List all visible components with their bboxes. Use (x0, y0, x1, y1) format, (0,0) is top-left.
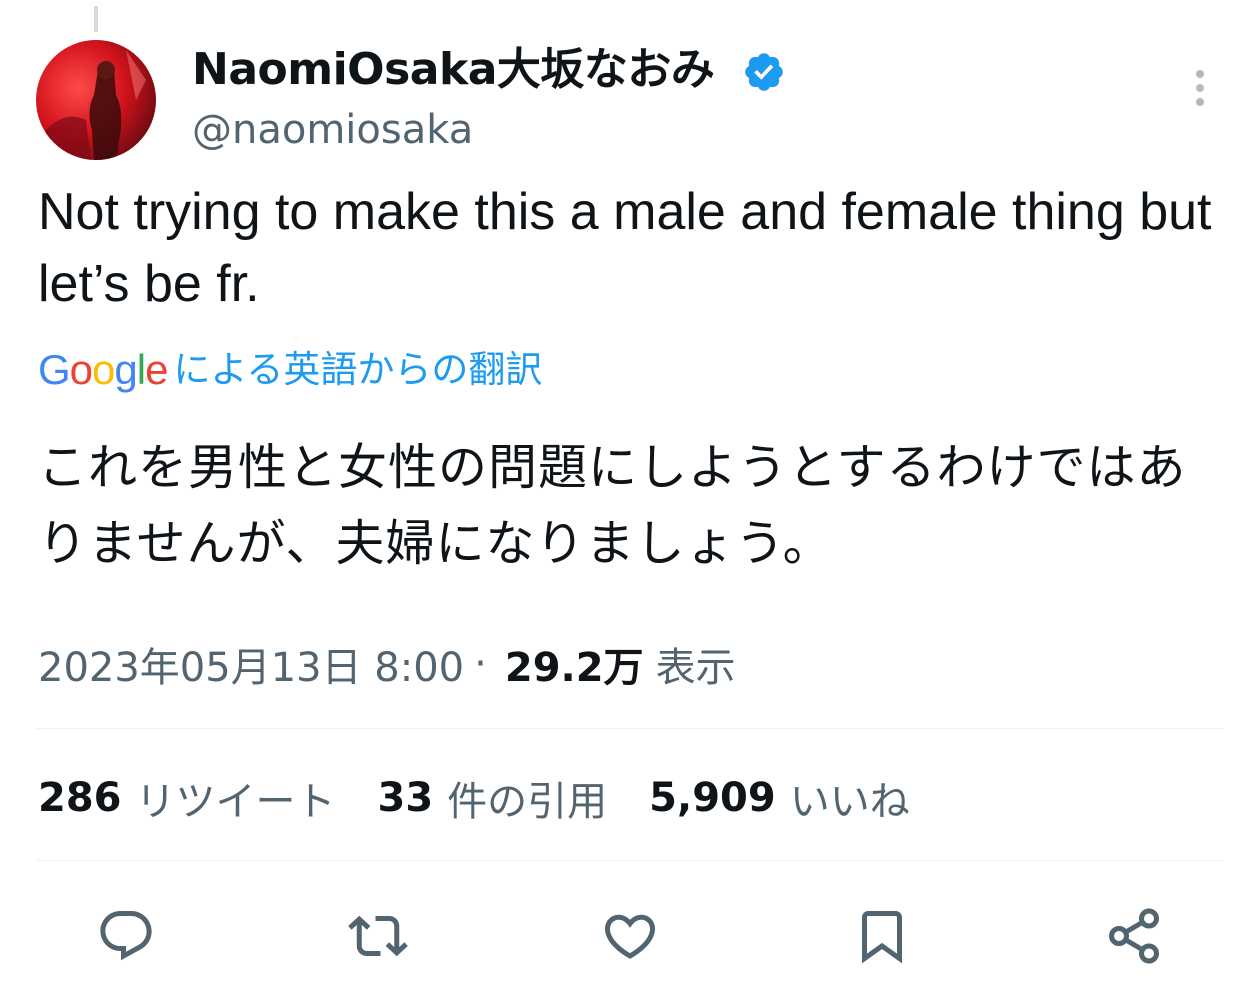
share-icon (1109, 908, 1159, 964)
verified-badge-icon[interactable] (742, 50, 786, 94)
retweet-label: リツイート (135, 779, 336, 825)
quote-stat[interactable]: 33 件の引用 (378, 769, 608, 827)
views-label: 表示 (655, 645, 736, 691)
thread-connector-line (94, 6, 98, 32)
reply-icon (100, 911, 152, 961)
more-options-icon[interactable] (1186, 68, 1214, 112)
share-button[interactable] (1094, 896, 1174, 976)
translation-attribution[interactable]: Google による英語からの翻訳 (38, 345, 542, 395)
avatar-photo (36, 50, 146, 160)
google-logo: Google (38, 346, 168, 393)
views-count: 29.2万 (504, 645, 644, 691)
bookmark-icon (862, 911, 902, 964)
divider (36, 860, 1224, 861)
action-bar (0, 896, 1260, 976)
translated-text: これを男性と女性の問題にしようとするわけではありませんが、夫婦になりましょう。 (38, 439, 1187, 572)
tweet-text: Not trying to make this a male and femal… (38, 183, 1212, 313)
quote-count: 33 (377, 775, 434, 821)
retweet-stat[interactable]: 286 リツイート (38, 769, 336, 827)
meta-separator: · (474, 641, 487, 687)
tweet-meta: 2023年05月13日 8:00 · 29.2万 表示 (38, 636, 736, 692)
retweet-button[interactable] (338, 896, 418, 976)
retweet-count: 286 (38, 775, 122, 821)
like-label: いいね (789, 779, 910, 825)
engagement-stats: 286 リツイート 33 件の引用 5,909 いいね (38, 770, 952, 826)
user-handle[interactable]: @naomiosaka (192, 106, 473, 154)
like-count: 5,909 (649, 775, 776, 821)
avatar[interactable] (36, 40, 156, 160)
display-name[interactable]: NaomiOsaka大坂なおみ (192, 42, 715, 98)
like-stat[interactable]: 5,909 いいね (649, 769, 910, 827)
like-icon (604, 914, 656, 959)
like-button[interactable] (590, 896, 670, 976)
divider (36, 728, 1224, 729)
timestamp[interactable]: 2023年05月13日 8:00 (38, 635, 464, 693)
bookmark-button[interactable] (842, 896, 922, 976)
reply-button[interactable] (86, 896, 166, 976)
translation-label[interactable]: による英語からの翻訳 (173, 345, 542, 395)
retweet-icon (348, 915, 408, 957)
quote-label: 件の引用 (447, 779, 608, 825)
